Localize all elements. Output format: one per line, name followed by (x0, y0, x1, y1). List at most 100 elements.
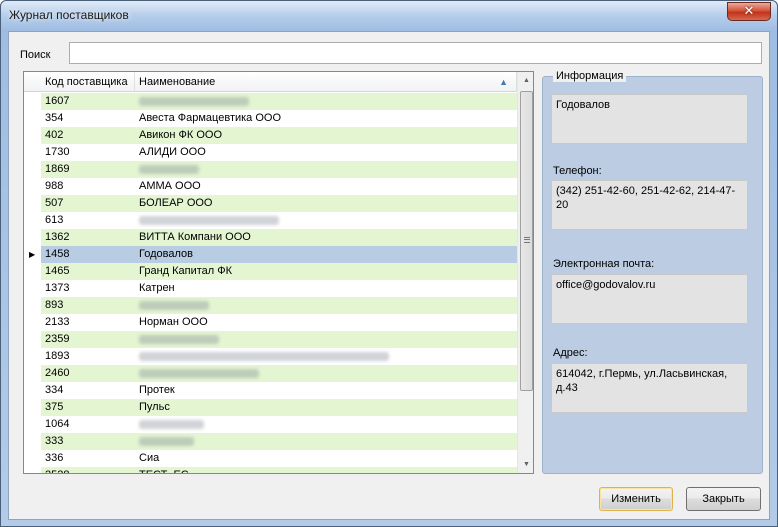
row-selector[interactable] (24, 416, 41, 433)
cell-name-redacted (135, 433, 517, 450)
scroll-up-button[interactable]: ▲ (518, 72, 533, 89)
cell-code: 988 (45, 180, 64, 192)
cell-code: 2133 (45, 316, 70, 328)
row-selector[interactable] (24, 433, 41, 450)
table-row[interactable]: 375 Пульс (24, 399, 517, 416)
row-selector[interactable] (24, 161, 41, 178)
table-row[interactable]: 336 Сиа (24, 450, 517, 467)
current-row-arrow-icon: ▶ (29, 250, 36, 259)
sort-ascending-icon: ▲ (499, 77, 508, 87)
row-selector[interactable] (24, 365, 41, 382)
row-selector[interactable]: ▶ (24, 246, 41, 263)
row-selector[interactable] (24, 127, 41, 144)
row-selector[interactable] (24, 382, 41, 399)
cell-code: 613 (45, 214, 64, 226)
cell-name: Норман ООО (139, 316, 208, 328)
table-row[interactable]: 1064 (24, 416, 517, 433)
column-header-name[interactable]: Наименование ▲ (135, 72, 517, 92)
row-selector[interactable] (24, 280, 41, 297)
table-row[interactable]: 334 Протек (24, 382, 517, 399)
cell-code: 333 (41, 433, 135, 450)
close-button[interactable]: Закрыть (686, 487, 761, 511)
table-row[interactable]: 2528ТЕСТ_ЕС (24, 467, 517, 473)
cell-code: 507 (41, 195, 135, 212)
row-selector[interactable] (24, 110, 41, 127)
column-header-code[interactable]: Код поставщика (41, 72, 135, 92)
table-row[interactable]: 2133 Норман ООО (24, 314, 517, 331)
table-row[interactable]: 893 (24, 297, 517, 314)
table-row[interactable]: 1869 (24, 161, 517, 178)
table-row[interactable]: 1465 Гранд Капитал ФК (24, 263, 517, 280)
info-legend: Информация (553, 70, 627, 82)
table-row[interactable]: 402 Авикон ФК ООО (24, 127, 517, 144)
redacted-text (139, 420, 204, 429)
cell-code: 2528 (41, 467, 135, 473)
row-selector[interactable] (24, 331, 41, 348)
cell-name-redacted (135, 93, 517, 110)
search-input[interactable] (69, 42, 762, 64)
title-bar[interactable]: Журнал поставщиков ✕ (1, 1, 777, 29)
table-row[interactable]: 988 АММА ООО (24, 178, 517, 195)
cell-name: Протек (139, 384, 175, 396)
cell-code: 1362 (41, 229, 135, 246)
cell-name: Катрен (139, 282, 175, 294)
row-selector[interactable] (24, 229, 41, 246)
address-label: Адрес: (553, 347, 588, 359)
cell-code: 375 (41, 399, 135, 416)
scroll-down-button[interactable]: ▼ (518, 456, 533, 473)
search-label: Поиск (20, 49, 51, 61)
email-label: Электронная почта: (553, 258, 655, 270)
row-selector[interactable] (24, 450, 41, 467)
grid-header: Код поставщика Наименование ▲ (24, 72, 517, 92)
vertical-scrollbar[interactable]: ▲ ▼ (517, 72, 533, 473)
cell-name-redacted (135, 212, 517, 229)
cell-code: 336 (45, 452, 64, 464)
cell-code: 1607 (41, 93, 135, 110)
table-row[interactable]: 354 Авеста Фармацевтика ООО (24, 110, 517, 127)
scroll-down-arrow-icon: ▼ (523, 461, 530, 468)
scrollbar-thumb[interactable] (520, 91, 533, 391)
cell-name: АЛИДИ ООО (139, 146, 206, 158)
row-selector[interactable] (24, 195, 41, 212)
cell-name: ТЕСТ_ЕС (135, 467, 517, 473)
row-selector[interactable] (24, 297, 41, 314)
column-header-name-label: Наименование (139, 76, 216, 88)
row-selector[interactable] (24, 314, 41, 331)
table-row[interactable]: 1893 (24, 348, 517, 365)
table-row[interactable]: ▶ 1458 Годовалов (24, 246, 517, 263)
cell-name: Сиа (139, 452, 160, 464)
row-selector[interactable] (24, 263, 41, 280)
table-row[interactable]: 507 БОЛЕАР ООО (24, 195, 517, 212)
row-selector[interactable] (24, 467, 41, 473)
row-selector[interactable] (24, 178, 41, 195)
cell-code: 1465 (41, 263, 135, 280)
cell-name-redacted (135, 416, 517, 433)
table-row[interactable]: 333 (24, 433, 517, 450)
table-row[interactable]: 1730 АЛИДИ ООО (24, 144, 517, 161)
window-close-button[interactable]: ✕ (727, 2, 771, 21)
table-row[interactable]: 613 (24, 212, 517, 229)
grid-rows: 1607 354 Авеста Фармацевтика ООО 402 Авикон … (24, 93, 517, 473)
table-row[interactable]: 1362 ВИТТА Компани ООО (24, 229, 517, 246)
supplier-grid[interactable]: Код поставщика Наименование ▲ 1607 354 Аве… (23, 71, 534, 474)
table-row[interactable]: 1607 (24, 93, 517, 110)
table-row[interactable]: 1373 Катрен (24, 280, 517, 297)
address-box: 614042, г.Пермь, ул.Ласьвинская, д.43 (551, 363, 748, 413)
redacted-text (139, 97, 249, 106)
redacted-text (139, 437, 194, 446)
scrollbar-grip-icon (524, 237, 530, 243)
edit-button[interactable]: Изменить (599, 487, 673, 511)
cell-name-redacted (135, 348, 517, 365)
row-selector[interactable] (24, 212, 41, 229)
table-row[interactable]: 2359 (24, 331, 517, 348)
row-selector[interactable] (24, 399, 41, 416)
cell-code: 2359 (41, 331, 135, 348)
email-box: office@godovalov.ru (551, 274, 748, 324)
cell-name: Гранд Капитал ФК (135, 263, 517, 280)
row-selector[interactable] (24, 144, 41, 161)
table-row[interactable]: 2460 (24, 365, 517, 382)
row-selector[interactable] (24, 93, 41, 110)
row-selector[interactable] (24, 348, 41, 365)
redacted-text (139, 335, 219, 344)
close-icon: ✕ (743, 4, 755, 19)
